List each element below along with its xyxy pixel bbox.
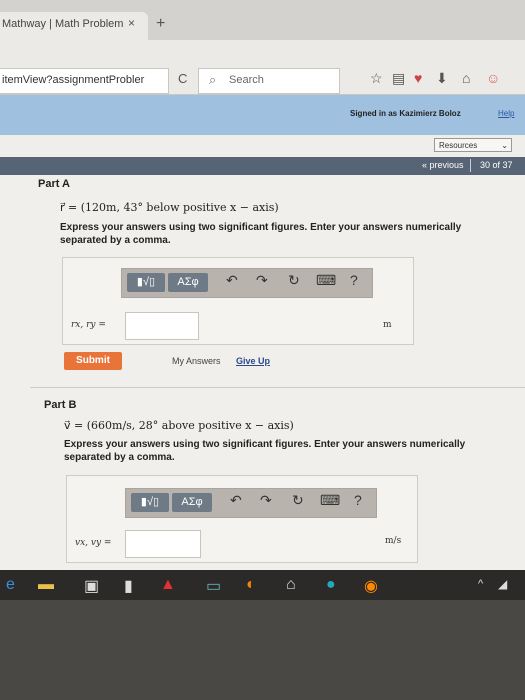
keyboard-icon[interactable]: ⌨ xyxy=(320,492,340,509)
submit-button[interactable]: Submit xyxy=(64,352,122,370)
give-up-link[interactable]: Give Up xyxy=(236,356,270,366)
part-a-math-toolbar: ▮√▯ ΑΣφ ↶ ↷ ↻ ⌨ ? xyxy=(121,268,373,298)
home-app-icon[interactable]: ⌂ xyxy=(286,576,296,594)
help-link[interactable]: Help xyxy=(498,109,514,118)
windows-taskbar: e ▬ ▣ ▮ ▲ ▭ ◐ ⌂ ● ◉ ^ ◢ xyxy=(0,570,525,600)
part-divider xyxy=(30,387,525,388)
headphones-icon[interactable]: ◐ xyxy=(246,576,256,594)
redo-icon[interactable]: ↷ xyxy=(256,272,268,289)
address-bar-row: itemView?assignmentProbler C ⌕ Search ☆ … xyxy=(0,40,525,95)
reset-icon[interactable]: ↻ xyxy=(288,272,300,289)
previous-link[interactable]: « previous xyxy=(422,160,464,170)
skype-icon[interactable]: ● xyxy=(326,576,336,594)
part-b-input-label: vx, vy = xyxy=(75,538,112,548)
browser-window: Mathway | Math Problem × + itemView?assi… xyxy=(0,0,525,582)
resources-dropdown[interactable]: Resources ⌄ xyxy=(434,138,512,152)
part-a-input-label: rx, ry = xyxy=(71,320,106,330)
greek-symbols-button[interactable]: ΑΣφ xyxy=(168,273,208,292)
page-count: 30 of 37 xyxy=(480,160,513,170)
tray-chevron-icon[interactable]: ^ xyxy=(478,578,483,590)
greek-symbols-button[interactable]: ΑΣφ xyxy=(172,493,212,512)
part-b-answer-input[interactable] xyxy=(125,530,201,558)
my-answers-link[interactable]: My Answers xyxy=(172,356,221,366)
search-placeholder: Search xyxy=(229,74,264,86)
bookmark-star-icon[interactable]: ☆ xyxy=(370,70,383,87)
part-b-equation: v⃗ = (660m/s, 28° above positive x − axi… xyxy=(64,419,294,432)
part-a-answer-input[interactable] xyxy=(125,312,199,340)
search-input[interactable]: ⌕ Search xyxy=(198,68,340,94)
part-a-equation: r⃗ = (120m, 43° below positive x − axis) xyxy=(60,201,279,214)
browser-tab[interactable]: Mathway | Math Problem × xyxy=(0,12,148,40)
home-icon[interactable]: ⌂ xyxy=(462,70,470,86)
part-b-math-toolbar: ▮√▯ ΑΣφ ↶ ↷ ↻ ⌨ ? xyxy=(125,488,377,518)
desk-surface xyxy=(0,600,525,700)
download-icon[interactable]: ⬇ xyxy=(436,70,448,87)
reading-list-icon[interactable]: ▤ xyxy=(392,70,405,87)
part-a-title: Part A xyxy=(38,178,70,190)
undo-icon[interactable]: ↶ xyxy=(230,492,242,509)
part-a-unit: m xyxy=(383,320,392,330)
monitor-icon[interactable]: ▭ xyxy=(206,576,221,596)
edge-icon[interactable]: e xyxy=(6,576,15,594)
part-a-answer-box: ▮√▯ ΑΣφ ↶ ↷ ↻ ⌨ ? rx, ry = m xyxy=(62,257,414,345)
keyboard-icon[interactable]: ⌨ xyxy=(316,272,336,289)
part-b-unit: m/s xyxy=(385,536,402,546)
pocket-icon[interactable]: ♥ xyxy=(414,70,422,86)
part-b-answer-box: ▮√▯ ΑΣφ ↶ ↷ ↻ ⌨ ? vx, vy = m/s xyxy=(66,475,418,563)
document-icon[interactable]: ▮ xyxy=(124,576,133,596)
help-icon[interactable]: ? xyxy=(350,272,358,288)
search-icon: ⌕ xyxy=(209,72,217,87)
url-field[interactable]: itemView?assignmentProbler xyxy=(0,68,169,94)
problem-nav: « previous 30 of 37 xyxy=(0,157,525,175)
template-button[interactable]: ▮√▯ xyxy=(131,493,169,512)
part-a-instructions: Express your answers using two significa… xyxy=(60,222,462,246)
firefox-icon[interactable]: ◉ xyxy=(364,576,378,596)
site-header: Signed in as Kazimierz Boloz Help xyxy=(0,95,525,135)
store-icon[interactable]: ▣ xyxy=(84,576,99,596)
part-b-title: Part B xyxy=(44,399,77,411)
template-button[interactable]: ▮√▯ xyxy=(127,273,165,292)
redo-icon[interactable]: ↷ xyxy=(260,492,272,509)
nav-separator xyxy=(470,159,471,172)
new-tab-icon[interactable]: + xyxy=(156,15,165,33)
part-b-instructions: Express your answers using two significa… xyxy=(64,439,466,463)
undo-icon[interactable]: ↶ xyxy=(226,272,238,289)
signed-in-label: Signed in as Kazimierz Boloz xyxy=(350,109,461,118)
url-text: itemView?assignmentProbler xyxy=(2,74,145,86)
reset-icon[interactable]: ↻ xyxy=(292,492,304,509)
reload-icon[interactable]: C xyxy=(178,71,187,86)
help-icon[interactable]: ? xyxy=(354,492,362,508)
tab-close-icon[interactable]: × xyxy=(128,16,135,30)
chevron-down-icon: ⌄ xyxy=(501,141,508,150)
tab-title: Mathway | Math Problem xyxy=(2,18,124,30)
extension-icon[interactable]: ☺ xyxy=(486,70,500,86)
problem-content: Part A r⃗ = (120m, 43° below positive x … xyxy=(0,175,525,582)
file-explorer-icon[interactable]: ▬ xyxy=(38,576,54,594)
tab-bar: Mathway | Math Problem × + xyxy=(0,0,525,40)
adobe-icon[interactable]: ▲ xyxy=(160,576,176,594)
resources-row: Resources ⌄ xyxy=(0,135,525,157)
resources-label: Resources xyxy=(439,141,478,150)
wifi-icon[interactable]: ◢ xyxy=(498,577,507,591)
